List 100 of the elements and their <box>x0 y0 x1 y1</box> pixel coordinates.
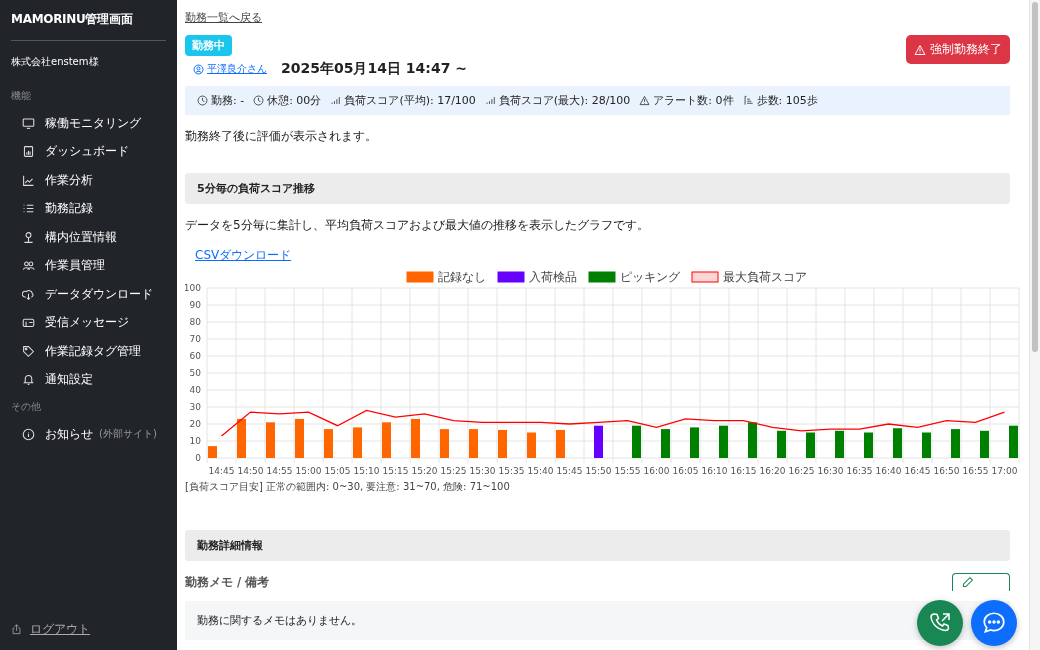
legend-label: 最大負荷スコア <box>723 270 807 284</box>
x-tick-label: 16:45 <box>904 466 931 476</box>
nav-icon <box>22 173 35 187</box>
x-tick-label: 14:55 <box>266 466 293 476</box>
nav-icon <box>22 344 35 358</box>
external-note: (外部サイト) <box>99 427 157 442</box>
nav-icon <box>22 316 35 330</box>
nav-icon <box>22 116 35 130</box>
x-tick-label: 15:15 <box>382 466 409 476</box>
section-heading: その他 <box>11 400 42 414</box>
chat-button[interactable] <box>971 600 1017 646</box>
phone-button[interactable] <box>917 600 963 646</box>
nav-icon <box>22 373 35 387</box>
y-tick-label: 10 <box>189 436 201 446</box>
nav-icon <box>22 230 35 244</box>
x-tick-label: 16:00 <box>643 466 670 476</box>
x-tick-label: 15:50 <box>585 466 612 476</box>
x-tick-label: 16:40 <box>875 466 902 476</box>
stat-icon <box>197 95 208 106</box>
y-tick-label: 80 <box>189 317 201 327</box>
y-tick-label: 60 <box>189 351 201 361</box>
sidebar-item[interactable]: 通知設定 <box>11 365 166 394</box>
force-end-button[interactable]: 強制勤務終了 <box>906 35 1010 64</box>
x-tick-label: 17:00 <box>991 466 1018 476</box>
chart-description: データを5分毎に集計し、平均負荷スコアおよび最大値の推移を表示したグラフです。 <box>185 217 650 234</box>
x-tick-label: 16:20 <box>759 466 786 476</box>
stat-icon <box>484 95 496 106</box>
y-tick-label: 0 <box>195 453 201 463</box>
y-tick-label: 90 <box>189 300 201 310</box>
y-tick-label: 40 <box>189 385 201 395</box>
y-tick-label: 100 <box>185 283 201 293</box>
shift-title: 2025年05月14日 14:47 ~ <box>281 60 467 78</box>
logout-link[interactable]: ログアウト <box>11 621 166 638</box>
legend-label: ピッキング <box>620 270 680 284</box>
stat-text: 休憩: 00分 <box>267 93 322 108</box>
x-tick-label: 16:50 <box>933 466 960 476</box>
y-tick-label: 30 <box>189 402 201 412</box>
back-link[interactable]: 勤務一覧へ戻る <box>185 10 262 25</box>
nav-icon <box>22 145 35 159</box>
section-header: 勤務詳細情報 <box>185 530 1010 561</box>
stat-icon <box>639 95 651 106</box>
nav-icon <box>22 287 35 301</box>
x-tick-label: 14:50 <box>237 466 264 476</box>
x-tick-label: 15:30 <box>469 466 496 476</box>
scrollbar[interactable] <box>1029 0 1040 650</box>
sidebar-item[interactable]: 勤務記録 <box>11 194 166 223</box>
sidebar-item[interactable]: 作業員管理 <box>11 251 166 280</box>
status-badge: 勤務中 <box>185 35 232 56</box>
user-icon <box>193 63 204 75</box>
worker-link[interactable]: 平澤良介さん <box>193 62 267 76</box>
x-tick-label: 15:25 <box>440 466 467 476</box>
company-name: 株式会社enstem様 <box>11 55 100 69</box>
x-tick-label: 15:00 <box>295 466 322 476</box>
y-tick-label: 50 <box>189 368 201 378</box>
memo-label: 勤務メモ / 備考 <box>185 574 270 590</box>
pencil-icon <box>961 576 974 589</box>
stat-text: 負荷スコア(最大): 28/100 <box>498 93 631 108</box>
x-tick-label: 15:05 <box>324 466 351 476</box>
sidebar-item[interactable]: 稼働モニタリング <box>11 109 166 138</box>
sidebar-item[interactable]: 作業分析 <box>11 166 166 195</box>
nav-icon <box>22 259 35 273</box>
section-header: 5分毎の負荷スコア推移 <box>185 173 1010 204</box>
x-tick-label: 15:10 <box>353 466 380 476</box>
score-guide: [負荷スコア目安] 正常の範囲内: 0~30, 要注意: 31~70, 危険: 71~100 <box>185 480 511 494</box>
stat-icon <box>742 95 754 106</box>
chat-icon <box>981 610 1007 636</box>
app-title: MAMORINU管理画面 <box>11 0 166 41</box>
sidebar-item[interactable]: お知らせ (外部サイト) <box>11 420 166 449</box>
x-tick-label: 15:20 <box>411 466 438 476</box>
legend-label: 入荷検品 <box>529 270 577 284</box>
warning-icon <box>914 43 926 56</box>
section-heading: 機能 <box>11 89 32 103</box>
legend-label: 記録なし <box>438 270 486 284</box>
evaluation-note: 勤務終了後に評価が表示されます。 <box>185 128 378 145</box>
stat-text: アラート数: 0件 <box>653 93 734 108</box>
x-tick-label: 15:55 <box>614 466 641 476</box>
edit-button[interactable] <box>952 573 1010 591</box>
x-tick-label: 16:10 <box>701 466 728 476</box>
sidebar-item[interactable]: ダッシュボード <box>11 137 166 166</box>
x-tick-label: 15:45 <box>556 466 583 476</box>
nav-icon <box>22 427 35 441</box>
x-tick-label: 16:25 <box>788 466 815 476</box>
csv-download-link[interactable]: CSVダウンロード <box>195 247 292 264</box>
x-tick-label: 16:15 <box>730 466 757 476</box>
y-tick-label: 70 <box>189 334 201 344</box>
sidebar-item[interactable]: 受信メッセージ <box>11 308 166 337</box>
x-tick-label: 15:35 <box>498 466 525 476</box>
x-tick-label: 16:55 <box>962 466 989 476</box>
stat-icon <box>330 95 342 106</box>
stat-icon <box>253 95 265 106</box>
stat-text: 負荷スコア(平均): 17/100 <box>344 93 476 108</box>
stat-text: 歩数: 105歩 <box>756 93 818 108</box>
x-tick-label: 16:35 <box>846 466 873 476</box>
x-tick-label: 14:45 <box>208 466 235 476</box>
sidebar-item[interactable]: 作業記録タグ管理 <box>11 337 166 366</box>
x-tick-label: 16:30 <box>817 466 844 476</box>
stat-text: 勤務: - <box>211 93 245 108</box>
sidebar-item[interactable]: データダウンロード <box>11 280 166 309</box>
sidebar-item[interactable]: 構内位置情報 <box>11 223 166 252</box>
x-tick-label: 15:40 <box>527 466 554 476</box>
